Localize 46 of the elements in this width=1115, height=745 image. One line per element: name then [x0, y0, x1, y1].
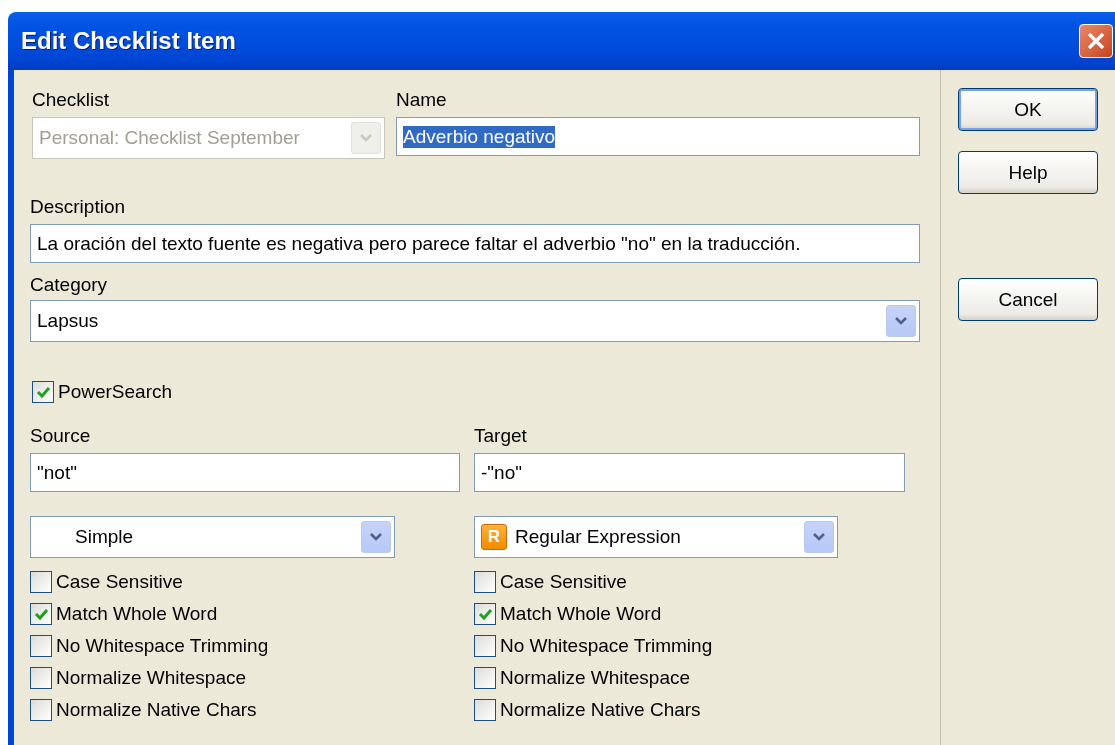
checkbox-label: No Whitespace Trimming — [500, 635, 713, 657]
close-icon — [1086, 31, 1106, 51]
checkbox-label: Normalize Whitespace — [500, 667, 691, 689]
checkbox-label: Match Whole Word — [500, 603, 662, 625]
text-field[interactable]: La oración del texto fuente es negativa pero parece faltar el adverbio "no" en la traducción. — [30, 224, 920, 263]
checkbox-label: Normalize Native Chars — [56, 699, 257, 721]
checkbox-label: Case Sensitive — [500, 571, 627, 593]
r-badge-icon: R — [481, 524, 507, 550]
checkbox[interactable] — [30, 603, 52, 625]
field-label: Target — [474, 424, 527, 448]
field-label: Source — [30, 424, 91, 448]
checkbox[interactable] — [30, 699, 52, 721]
checkbox-label: PowerSearch — [58, 381, 173, 403]
check-mark-icon — [33, 607, 49, 621]
dropdown[interactable]: Simple — [30, 516, 395, 558]
dropdown[interactable]: R Regular Expression — [474, 516, 838, 558]
dialog-button[interactable]: Cancel — [958, 278, 1098, 321]
checkbox-label: Normalize Native Chars — [500, 699, 701, 721]
checkbox-label: No Whitespace Trimming — [56, 635, 269, 657]
field-label: Checklist — [32, 88, 110, 112]
field-label: Name — [396, 88, 447, 112]
text-field[interactable]: -"no" — [474, 453, 905, 492]
checkbox[interactable] — [474, 667, 496, 689]
checkbox[interactable] — [474, 699, 496, 721]
text-selection: Adverbio negativo — [403, 125, 556, 148]
checkbox[interactable] — [32, 381, 54, 403]
checkbox[interactable] — [30, 635, 52, 657]
close-button[interactable] — [1079, 24, 1113, 58]
check-mark-icon — [35, 385, 51, 399]
checkbox[interactable] — [474, 571, 496, 593]
check-mark-icon — [477, 607, 493, 621]
dialog-button[interactable]: Help — [958, 151, 1098, 194]
checkbox[interactable] — [474, 635, 496, 657]
dropdown[interactable]: Lapsus — [30, 300, 920, 342]
checkbox-label: Case Sensitive — [56, 571, 183, 593]
field-label: Description — [30, 195, 126, 219]
checkbox[interactable] — [30, 571, 52, 593]
window-title: Edit Checklist Item — [21, 27, 237, 55]
dialog-button[interactable]: OK — [958, 88, 1098, 131]
text-field[interactable]: Adverbio negativo — [396, 117, 920, 156]
text-field[interactable]: "not" — [30, 453, 460, 492]
checkbox-label: Match Whole Word — [56, 603, 218, 625]
field-label: Category — [30, 273, 108, 297]
checkbox[interactable] — [30, 667, 52, 689]
checkbox[interactable] — [474, 603, 496, 625]
checkbox-label: Normalize Whitespace — [56, 667, 247, 689]
